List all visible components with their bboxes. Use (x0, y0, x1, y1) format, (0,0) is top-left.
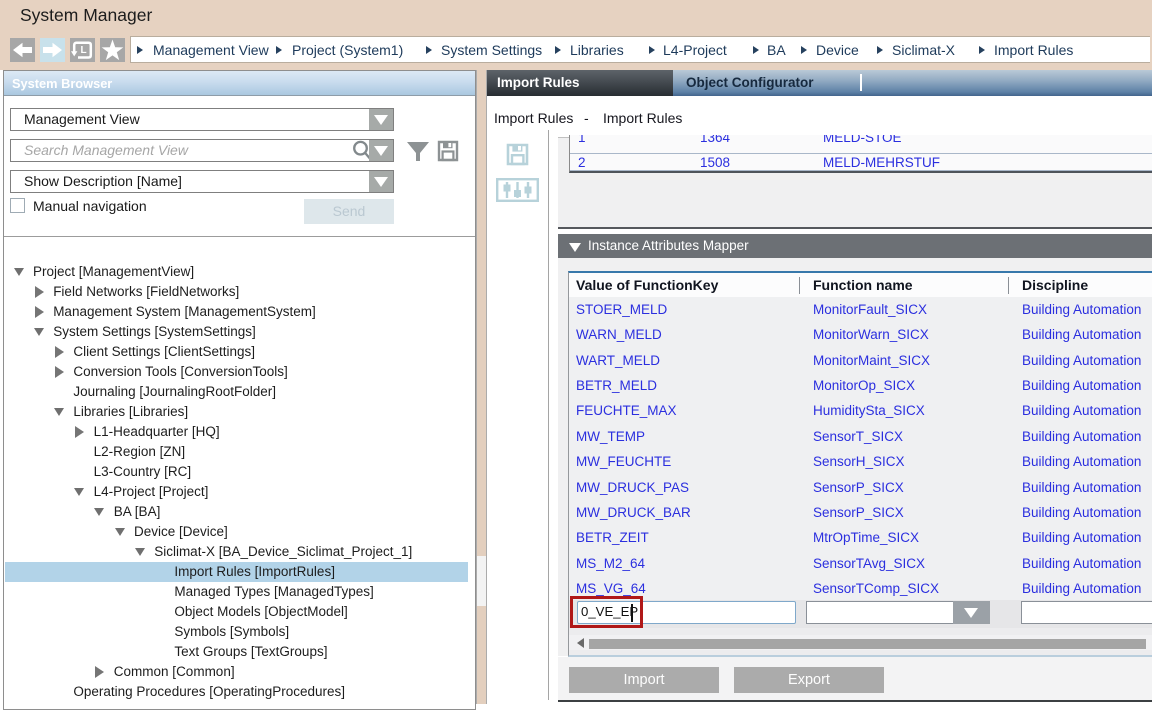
svg-text:L: L (81, 45, 87, 56)
